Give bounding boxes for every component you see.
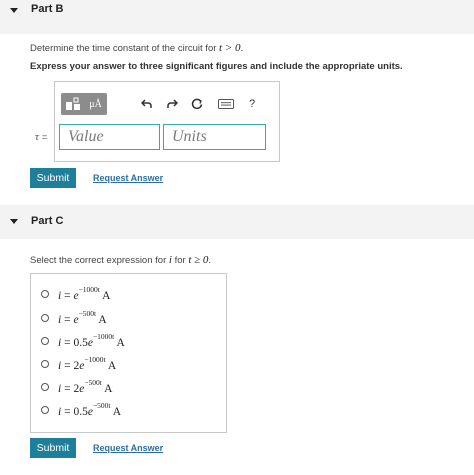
option-4[interactable]: i = 2e−1000t A [41, 354, 117, 372]
part-c-header[interactable]: Part C [0, 205, 474, 239]
opt-unit: A [104, 382, 113, 395]
radio-button[interactable] [41, 383, 49, 391]
question-text: Select the correct expression for [30, 255, 169, 266]
opt-base: e [73, 313, 79, 326]
opt-unit: A [116, 336, 125, 349]
option-expression: i = e−1000t A [58, 284, 111, 302]
opt-unit: A [112, 405, 122, 418]
option-expression: i = 0.5e−500t A [58, 400, 122, 418]
option-6[interactable]: i = 0.5e−500t A [41, 400, 122, 418]
option-expression: i = e−500t A [58, 308, 107, 326]
part-b-submit-button[interactable]: Submit [30, 168, 76, 188]
question-math: t > 0 [219, 42, 241, 54]
radio-button[interactable] [41, 314, 49, 322]
question-suffix: . [208, 255, 212, 266]
opt-eq: = [61, 359, 74, 372]
units-button[interactable]: μÅ [84, 93, 107, 115]
radio-button[interactable] [41, 360, 49, 368]
part-b-question: Determine the time constant of the circu… [30, 42, 243, 54]
question-suffix: . [240, 43, 244, 54]
opt-eq: = [61, 382, 74, 395]
reset-icon[interactable] [188, 93, 206, 115]
opt-unit: A [107, 359, 117, 372]
options-list: i = e−1000t A i = e−500t A i = 0.5e−1000… [30, 273, 227, 433]
radio-button[interactable] [41, 406, 49, 414]
keyboard-icon[interactable] [215, 93, 237, 115]
radio-button[interactable] [41, 290, 49, 298]
part-b-request-answer-link[interactable]: Request Answer [93, 173, 163, 183]
part-c-submit-button[interactable]: Submit [30, 438, 76, 458]
option-2[interactable]: i = e−500t A [41, 308, 107, 326]
opt-exp: −500t [78, 308, 97, 318]
option-expression: i = 2e−500t A [58, 377, 113, 395]
value-input[interactable] [60, 125, 159, 149]
opt-exp: −500t [84, 377, 102, 387]
templates-icon[interactable] [61, 93, 84, 115]
undo-icon[interactable] [137, 93, 155, 115]
option-expression: i = 2e−1000t A [58, 354, 117, 372]
opt-eq: = [61, 313, 74, 326]
opt-exp: −1000t [84, 354, 106, 364]
opt-exp: −1000t [78, 284, 100, 294]
part-b-header[interactable]: Part B [0, 0, 474, 34]
tau-equals: = [41, 132, 48, 143]
radio-button[interactable] [41, 337, 49, 345]
help-button[interactable]: ? [243, 93, 261, 115]
opt-exp: −1000t [92, 331, 115, 341]
opt-coef: 0.5 [73, 405, 88, 418]
tau-symbol: τ [35, 131, 39, 143]
redo-icon[interactable] [163, 93, 181, 115]
opt-eq: = [61, 336, 74, 349]
question-math: t ≥ 0 [188, 254, 209, 266]
part-c-request-answer-link[interactable]: Request Answer [93, 443, 163, 453]
opt-base: e [73, 289, 79, 302]
opt-coef: 0.5 [73, 336, 88, 349]
value-field[interactable] [59, 124, 160, 150]
tau-label: τ = [35, 131, 47, 143]
units-input[interactable] [164, 125, 265, 149]
collapse-caret-icon[interactable] [10, 8, 18, 13]
opt-eq: = [61, 405, 74, 418]
option-5[interactable]: i = 2e−500t A [41, 377, 113, 395]
question-text: Determine the time constant of the circu… [30, 43, 220, 54]
opt-eq: = [61, 289, 74, 302]
part-b-title: Part B [31, 3, 64, 15]
part-c-title: Part C [31, 215, 64, 227]
part-b-instructions: Express your answer to three significant… [30, 61, 403, 72]
option-3[interactable]: i = 0.5e−1000t A [41, 331, 125, 349]
opt-unit: A [102, 289, 111, 302]
opt-exp: −500t [92, 400, 111, 410]
templates-group: μÅ [61, 93, 107, 115]
collapse-caret-icon[interactable] [10, 219, 18, 224]
option-expression: i = 0.5e−1000t A [58, 331, 125, 349]
part-c-question: Select the correct expression for i for … [30, 254, 211, 266]
opt-unit: A [98, 313, 107, 326]
question-mid: for [171, 255, 189, 266]
units-field[interactable] [163, 124, 266, 150]
option-1[interactable]: i = e−1000t A [41, 284, 111, 302]
